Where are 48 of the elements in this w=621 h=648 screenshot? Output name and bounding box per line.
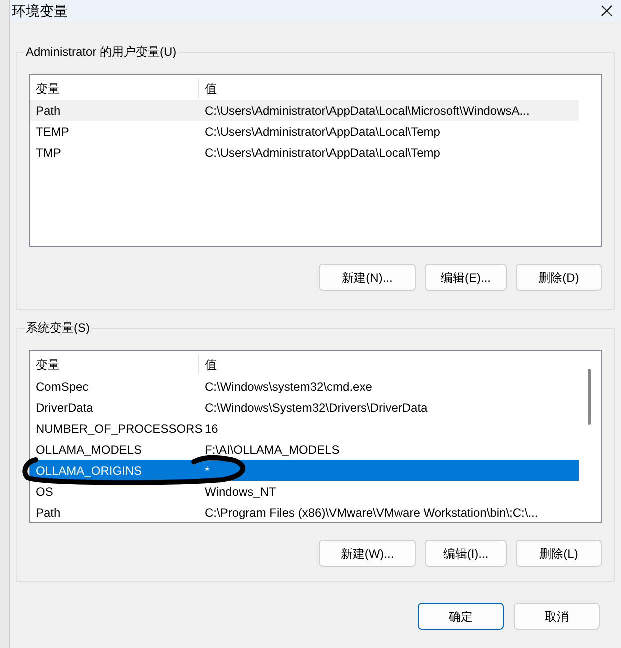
column-header[interactable]: 值 — [199, 354, 579, 375]
variable-name: OLLAMA_MODELS — [35, 442, 144, 458]
variable-name: TMP — [35, 144, 62, 162]
action-button[interactable]: 新建(N)... — [319, 264, 416, 291]
variable-value: Windows_NT — [204, 484, 278, 500]
variable-row[interactable]: Path C:\Users\Administrator\AppData\Local\Microsoft\WindowsA... — [30, 100, 579, 121]
scrollbar-thumb[interactable] — [588, 369, 591, 425]
action-button[interactable]: 编辑(I)... — [425, 540, 507, 567]
variable-name: DriverData — [35, 400, 94, 416]
variable-value: F:\AI\OLLAMA_MODELS — [204, 442, 341, 458]
action-button[interactable]: 删除(D) — [516, 264, 602, 291]
variable-value: C:\Users\Administrator\AppData\Local\Microsoft\WindowsA... — [204, 102, 531, 120]
column-header[interactable]: 变量 — [30, 354, 199, 375]
variable-name: Path — [35, 102, 62, 120]
variable-name: ComSpec — [35, 378, 90, 396]
variable-name: Path — [35, 504, 62, 522]
variable-list[interactable] — [29, 350, 602, 523]
variable-row[interactable]: TEMP C:\Users\Administrator\AppData\Local\Temp — [30, 121, 579, 142]
group-label: 系统变量(S) — [25, 319, 91, 337]
variable-row[interactable]: Path C:\Program Files (x86)\VMware\VMware Workstation\bin\;C:\... — [30, 502, 579, 522]
variable-row[interactable]: DriverData C:\Windows\System32\Drivers\DriverData — [30, 397, 579, 418]
variable-value: C:\Users\Administrator\AppData\Local\Temp — [204, 124, 442, 140]
group-label: Administrator 的用户变量(U) — [25, 43, 178, 61]
action-button[interactable]: 编辑(E)... — [425, 264, 507, 291]
window-title: 环境变量 — [12, 4, 68, 18]
variable-value: C:\Windows\System32\Drivers\DriverData — [204, 400, 429, 416]
variable-value: C:\Windows\system32\cmd.exe — [204, 378, 374, 396]
close-icon[interactable] — [601, 5, 613, 17]
variable-value: C:\Users\Administrator\AppData\Local\Temp — [204, 144, 442, 162]
variable-name: OLLAMA_ORIGINS — [35, 462, 144, 480]
variable-row[interactable]: OLLAMA_ORIGINS * — [30, 460, 579, 481]
action-button[interactable]: 新建(W)... — [319, 540, 416, 567]
variable-row[interactable]: TMP C:\Users\Administrator\AppData\Local\Temp — [30, 142, 579, 163]
variable-value: C:\Program Files (x86)\VMware\VMware Workstation\bin\;C:\... — [204, 504, 540, 522]
variable-row[interactable]: NUMBER_OF_PROCESSORS 16 — [30, 418, 579, 439]
dialog-button[interactable]: 取消 — [514, 603, 600, 630]
dialog-button[interactable]: 确定 — [418, 603, 504, 630]
variable-name: OS — [35, 484, 54, 500]
variable-list[interactable]: 变量 值 Path C:\Users\Administrator\AppData\Local\Microsoft\WindowsA... TEMP C:\Users\Administrator\AppData\Local\Temp TMP C:\Users\Administrator\AppData\Local\Temp — [29, 74, 602, 247]
variable-row[interactable]: OLLAMA_MODELS F:\AI\OLLAMA_MODELS — [30, 439, 579, 460]
variable-row[interactable]: ComSpec C:\Windows\system32\cmd.exe — [30, 376, 579, 397]
variable-value: * — [204, 462, 211, 480]
column-header[interactable]: 值 — [199, 78, 579, 99]
variable-value: 16 — [204, 420, 220, 438]
variable-name: TEMP — [35, 124, 70, 140]
variable-row[interactable]: OS Windows_NT — [30, 481, 579, 502]
action-button[interactable]: 删除(L) — [516, 540, 602, 567]
column-header[interactable]: 变量 — [30, 78, 199, 99]
